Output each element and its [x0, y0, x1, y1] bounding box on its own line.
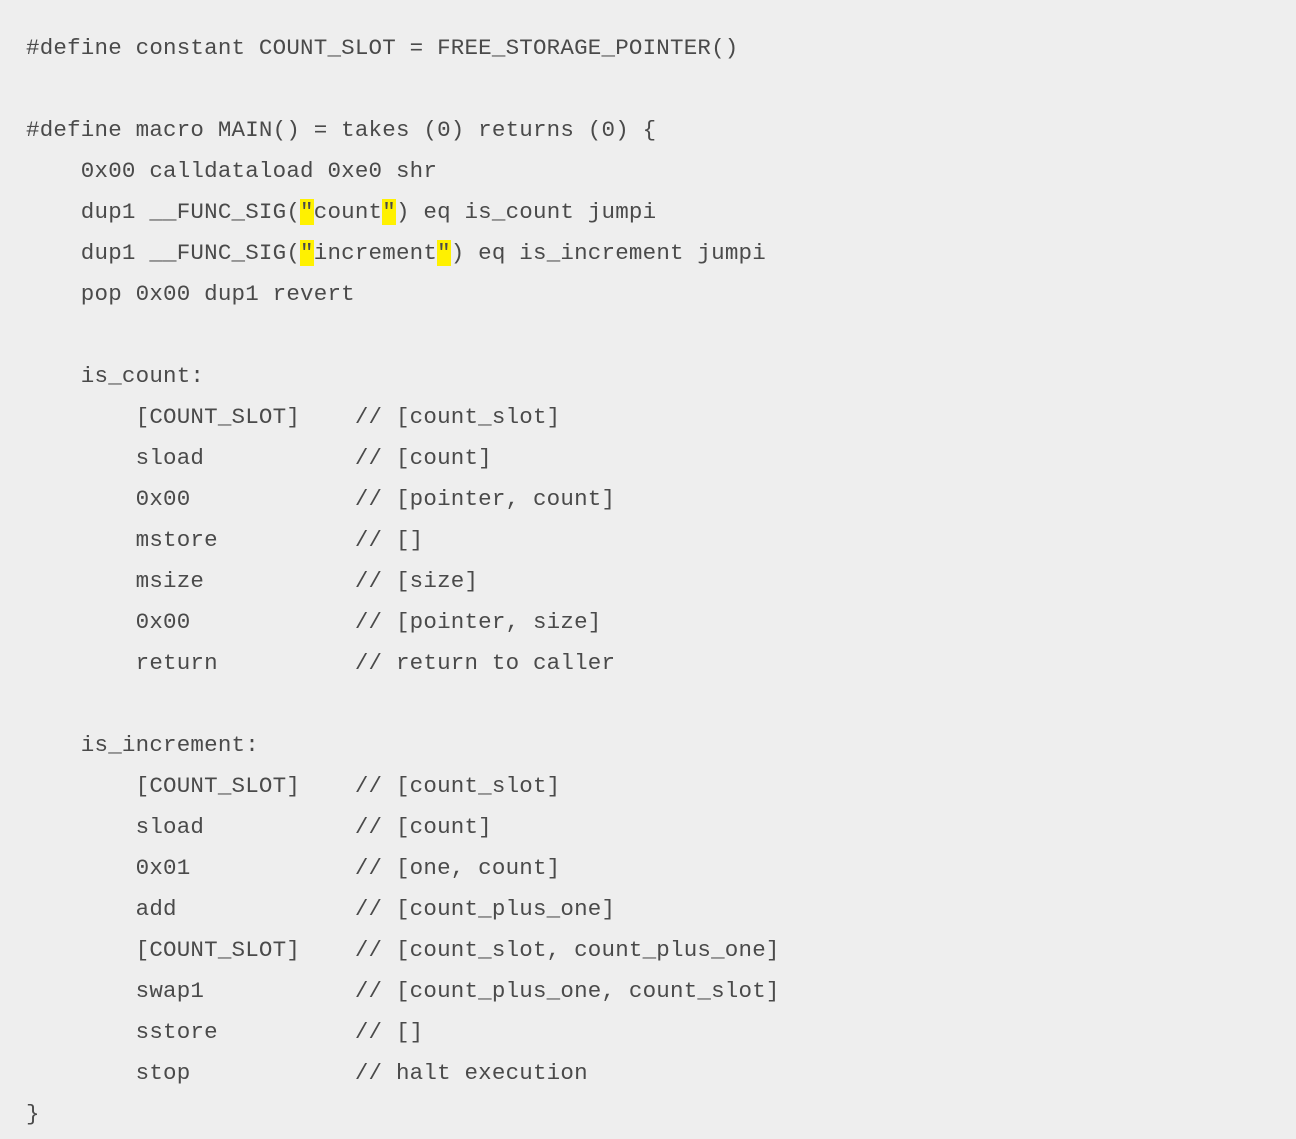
code-line: pop 0x00 dup1 revert: [26, 281, 355, 307]
string-quote: ": [437, 240, 451, 266]
code-block: #define constant COUNT_SLOT = FREE_STORA…: [0, 0, 1296, 1139]
code-line: dup1 __FUNC_SIG("count") eq is_count jum…: [26, 199, 656, 225]
code-line: #define macro MAIN() = takes (0) returns…: [26, 117, 656, 143]
string-quote: ": [300, 199, 314, 225]
code-line: }: [26, 1101, 40, 1127]
code-line: return // return to caller: [26, 650, 615, 676]
code-line: msize // [size]: [26, 568, 478, 594]
code-line: [COUNT_SLOT] // [count_slot]: [26, 404, 560, 430]
code-line: swap1 // [count_plus_one, count_slot]: [26, 978, 780, 1004]
code-line: mstore // []: [26, 527, 423, 553]
code-line: [COUNT_SLOT] // [count_slot, count_plus_…: [26, 937, 780, 963]
code-line: dup1 __FUNC_SIG("increment") eq is_incre…: [26, 240, 766, 266]
string-quote: ": [300, 240, 314, 266]
code-line: sload // [count]: [26, 445, 492, 471]
code-line: sload // [count]: [26, 814, 492, 840]
code-line: sstore // []: [26, 1019, 423, 1045]
code-line: #define constant COUNT_SLOT = FREE_STORA…: [26, 35, 739, 61]
code-line: stop // halt execution: [26, 1060, 588, 1086]
code-line: is_count:: [26, 363, 204, 389]
code-line: [COUNT_SLOT] // [count_slot]: [26, 773, 560, 799]
code-line: is_increment:: [26, 732, 259, 758]
code-line: add // [count_plus_one]: [26, 896, 615, 922]
code-line: 0x00 calldataload 0xe0 shr: [26, 158, 437, 184]
code-line: 0x01 // [one, count]: [26, 855, 560, 881]
string-quote: ": [382, 199, 396, 225]
code-line: 0x00 // [pointer, size]: [26, 609, 602, 635]
code-line: 0x00 // [pointer, count]: [26, 486, 615, 512]
